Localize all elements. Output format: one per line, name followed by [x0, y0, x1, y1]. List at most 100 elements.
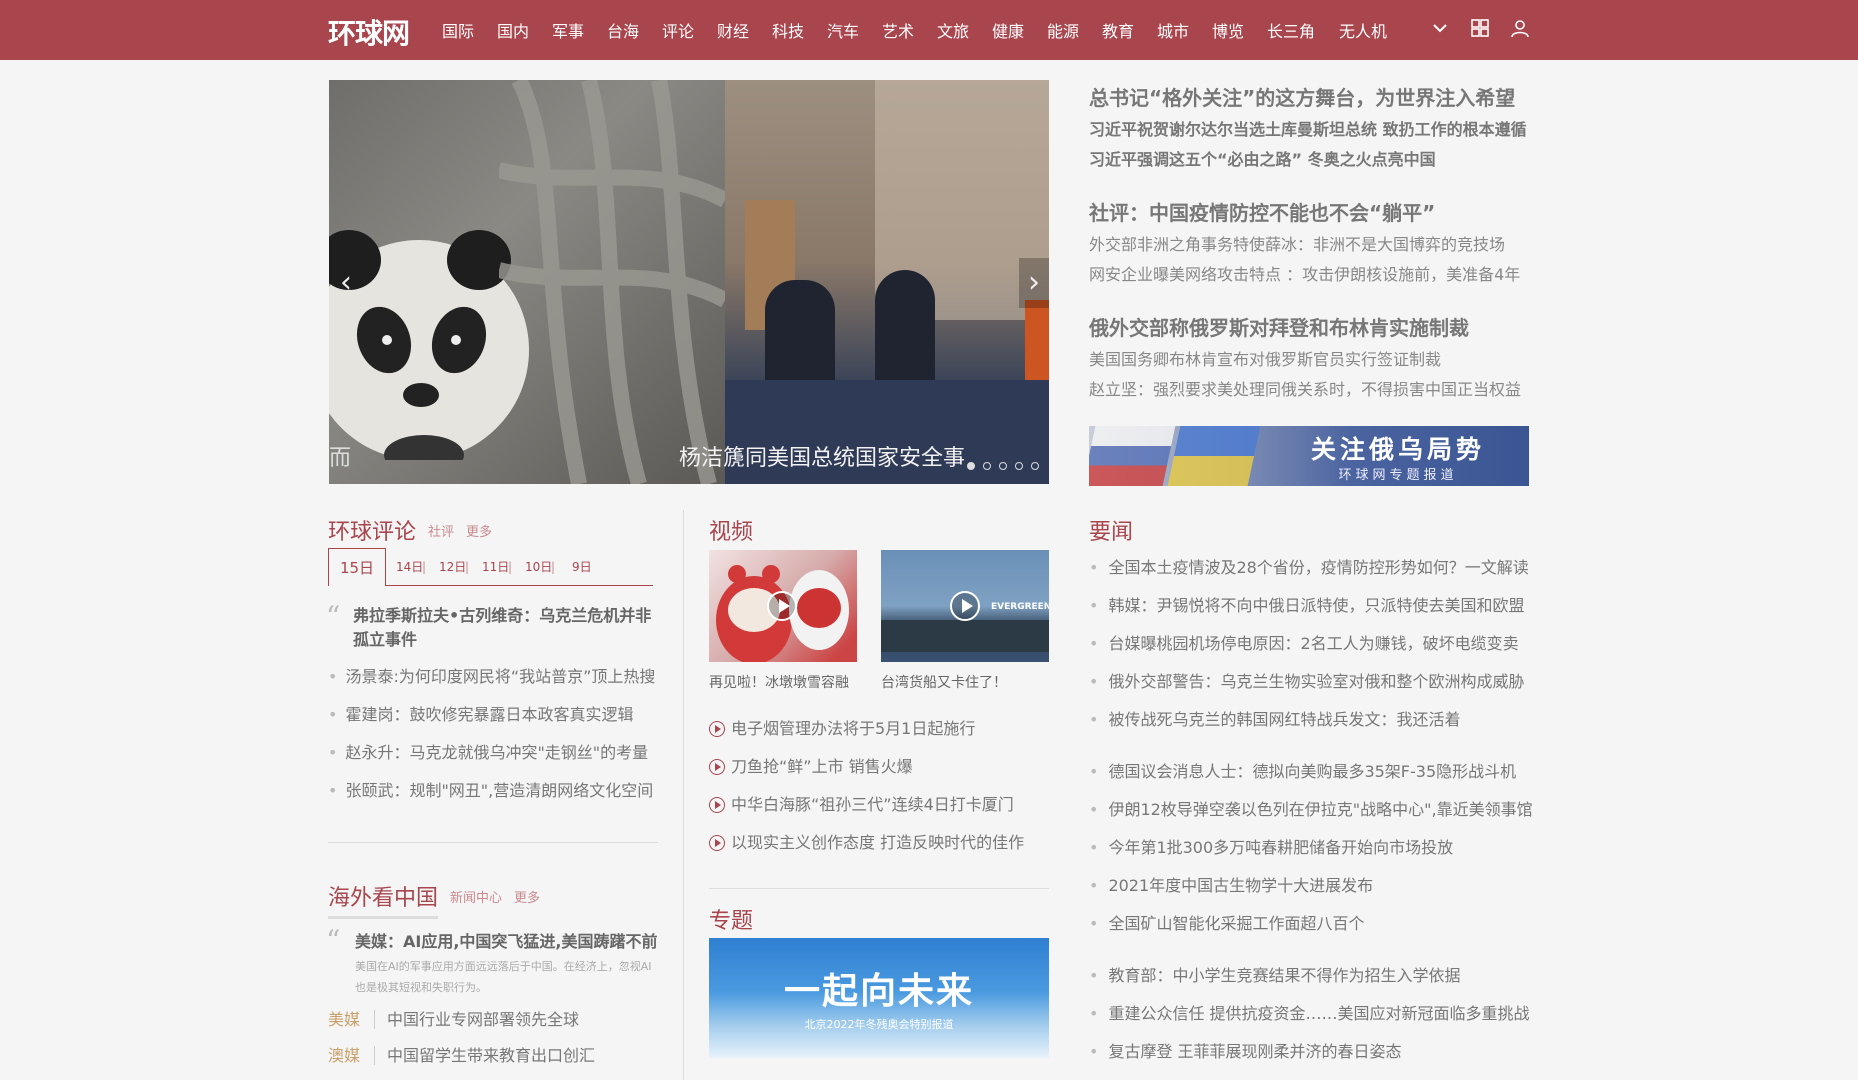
grid-icon[interactable]	[1470, 18, 1490, 42]
nav-item[interactable]: 文旅	[937, 18, 992, 42]
overseas-title[interactable]: 海外看中国	[328, 880, 438, 912]
date-tab[interactable]: 10日	[525, 548, 552, 586]
nav-item[interactable]: 艺术	[882, 18, 937, 42]
news-item[interactable]: 俄外交部警告：乌克兰生物实验室对俄和整个欧洲构成威胁	[1089, 663, 1529, 701]
news-item[interactable]: 教育部：中小学生竞赛结果不得作为招生入学依据	[1089, 957, 1530, 995]
news-item[interactable]: 德国议会消息人士：德拟向美购最多35架F-35隐形战斗机	[1089, 753, 1533, 791]
news-item[interactable]: 复古摩登 王菲菲展现刚柔并济的春日姿态	[1089, 1033, 1530, 1071]
play-circle-icon	[709, 797, 725, 813]
news-item[interactable]: 韩媒：尹锡悦将不向中俄日派特使，只派特使去美国和欧盟	[1089, 587, 1529, 625]
nav-item[interactable]: 汽车	[827, 18, 882, 42]
headline-sub[interactable]: 网安企业曝美网络攻击特点 ：攻击伊朗核设施前，美准备4年	[1089, 260, 1529, 290]
user-icon[interactable]	[1510, 18, 1530, 42]
overseas-featured[interactable]: 美媒：AI应用,中国突飞猛进,美国踌躇不前	[355, 928, 658, 952]
link-editorial[interactable]: 社评	[428, 525, 454, 540]
date-tab[interactable]: 12日	[439, 548, 466, 586]
headline-title[interactable]: 俄外交部称俄罗斯对拜登和布林肯实施制裁	[1089, 311, 1529, 345]
play-icon[interactable]	[950, 591, 980, 621]
video-list-text[interactable]: 电子烟管理办法将于5月1日起施行	[731, 710, 975, 748]
chevron-down-icon[interactable]	[1430, 18, 1450, 42]
commentary-title[interactable]: 环球评论	[328, 514, 416, 546]
video-list-item[interactable]: 中华白海豚“祖孙三代”连续4日打卡厦门	[709, 786, 1024, 824]
carousel-next-icon[interactable]: ›	[1019, 258, 1049, 308]
link-more[interactable]: 更多	[514, 891, 540, 906]
special-banner[interactable]: 一起向未来 北京2022年冬残奥会特别报道	[709, 938, 1049, 1058]
news-item[interactable]: 伊朗12枚导弹空袭以色列在伊拉克"战略中心",靠近美领事馆	[1089, 791, 1532, 829]
nav-item[interactable]: 城市	[1157, 18, 1212, 42]
news-item[interactable]: 全国矿山智能化采掘工作面超八百个	[1089, 905, 1533, 943]
nav-item[interactable]: 科技	[772, 18, 827, 42]
featured-commentary[interactable]: 弗拉季斯拉夫•古列维奇：乌克兰危机并非孤立事件	[353, 604, 653, 652]
list-item[interactable]: 霍建岗：鼓吹修宪暴露日本政客真实逻辑	[328, 696, 655, 734]
news-item[interactable]: 重建公众信任 提供抗疫资金……美国应对新冠面临多重挑战	[1089, 995, 1529, 1033]
video-list-item[interactable]: 电子烟管理办法将于5月1日起施行	[709, 710, 1024, 748]
overseas-row[interactable]: 澳媒 中国留学生带来教育出口创汇	[328, 1042, 595, 1066]
video-list-item[interactable]: 刀鱼抢“鲜”上市 销售火爆	[709, 748, 1024, 786]
news-item[interactable]: 台媒曝桃园机场停电原因：2名工人为赚钱，破坏电缆变卖	[1089, 625, 1529, 663]
special-title[interactable]: 专题	[709, 903, 753, 935]
list-item[interactable]: 张颐武：规制"网丑",营造清朗网络文化空间	[328, 772, 655, 810]
carousel-dot[interactable]	[999, 462, 1007, 470]
nav-item[interactable]: 能源	[1047, 18, 1102, 42]
video-list-text[interactable]: 中华白海豚“祖孙三代”连续4日打卡厦门	[731, 786, 1014, 824]
carousel-dot[interactable]	[1031, 462, 1039, 470]
nav-item[interactable]: 博览	[1212, 18, 1267, 42]
special-banner-title: 一起向未来	[783, 970, 974, 1012]
play-icon[interactable]	[767, 591, 797, 621]
ukraine-flag-icon	[1167, 426, 1261, 486]
list-item[interactable]: 汤景泰:为何印度网民将“我站普京”顶上热搜	[328, 658, 655, 696]
ship-text: EVERGREEN	[991, 602, 1049, 612]
russia-ukraine-banner[interactable]: 关注俄乌局势 环球网专题报道	[1089, 426, 1529, 486]
headline-sub[interactable]: 外交部非洲之角事务特使薛冰：非洲不是大国博弈的竞技场	[1089, 230, 1529, 260]
news-item[interactable]: 2021年度中国古生物学十大进展发布	[1089, 867, 1533, 905]
headline-title[interactable]: 社评：中国疫情防控不能也不会“躺平”	[1089, 196, 1529, 230]
nav-item[interactable]: 长三角	[1267, 18, 1339, 42]
video-list-text[interactable]: 以现实主义创作态度 打造反映时代的佳作	[731, 824, 1024, 862]
date-tab[interactable]: 11日	[482, 548, 509, 586]
date-tab-active[interactable]: 15日	[328, 548, 386, 586]
nav-item[interactable]: 教育	[1102, 18, 1157, 42]
carousel-dot[interactable]	[967, 462, 975, 470]
date-tab[interactable]: 14日	[396, 548, 423, 586]
link-more[interactable]: 更多	[466, 525, 492, 540]
news-title[interactable]: 要闻	[1089, 514, 1133, 546]
news-item[interactable]: 全国本土疫情波及28个省份，疫情防控形势如何？一文解读	[1089, 549, 1528, 587]
video-list-item[interactable]: 以现实主义创作态度 打造反映时代的佳作	[709, 824, 1024, 862]
carousel-dot[interactable]	[1015, 462, 1023, 470]
news-item[interactable]: 今年第1批300多万吨春耕肥储备开始向市场投放	[1089, 829, 1533, 867]
video-caption[interactable]: 再见啦！冰墩墩雪容融	[709, 672, 849, 692]
date-tab[interactable]: 9日	[572, 548, 592, 586]
headline-sub[interactable]: 赵立坚：强烈要求美处理同俄关系时，不得损害中国正当权益	[1089, 375, 1529, 405]
site-logo[interactable]: 环球网	[328, 12, 410, 52]
overseas-row-text[interactable]: 中国留学生带来教育出口创汇	[387, 1046, 595, 1065]
play-circle-icon	[709, 721, 725, 737]
list-item[interactable]: 赵永升：马克龙就俄乌冲突"走钢丝"的考量	[328, 734, 655, 772]
link-news-center[interactable]: 新闻中心	[450, 891, 502, 906]
headline-sub[interactable]: 习近平祝贺谢尔达尔当选土库曼斯坦总统 致扔工作的根本遵循	[1089, 115, 1529, 145]
ship-image	[881, 620, 1049, 652]
video-caption[interactable]: 台湾货船又卡住了！	[881, 672, 1007, 692]
news-item[interactable]: 被传战死乌克兰的韩国网红特战兵发文：我还活着	[1089, 701, 1529, 739]
overseas-row[interactable]: 美媒 中国行业专网部署领先全球	[328, 1006, 579, 1030]
nav-item[interactable]: 军事	[552, 18, 607, 42]
carousel-caption[interactable]: 杨洁篪同美国总统国家安全事	[679, 440, 965, 472]
nav-item[interactable]: 国际	[442, 18, 497, 42]
video-thumb[interactable]	[709, 550, 857, 662]
headline-carousel[interactable]: 而 杨洁篪同美国总统国家安全事 ‹ ›	[329, 80, 1049, 484]
nav-item[interactable]: 财经	[717, 18, 772, 42]
headline-title[interactable]: 总书记“格外关注”的这方舞台，为世界注入希望	[1089, 81, 1529, 115]
video-thumb[interactable]: EVERGREEN	[881, 550, 1049, 662]
nav-item[interactable]: 台海	[607, 18, 662, 42]
video-title[interactable]: 视频	[709, 514, 753, 546]
carousel-prev-icon[interactable]: ‹	[331, 258, 361, 308]
video-list-text[interactable]: 刀鱼抢“鲜”上市 销售火爆	[731, 748, 913, 786]
nav-item[interactable]: 无人机	[1339, 18, 1411, 42]
nav-item[interactable]: 国内	[497, 18, 552, 42]
nav-item[interactable]: 评论	[662, 18, 717, 42]
carousel-slide-panda[interactable]	[329, 80, 725, 484]
headline-sub[interactable]: 美国国务卿布林肯宣布对俄罗斯官员实行签证制裁	[1089, 345, 1529, 375]
nav-item[interactable]: 健康	[992, 18, 1047, 42]
carousel-dot[interactable]	[983, 462, 991, 470]
overseas-row-text[interactable]: 中国行业专网部署领先全球	[387, 1010, 579, 1029]
headline-sub[interactable]: 习近平强调这五个“必由之路” 冬奥之火点亮中国	[1089, 145, 1529, 175]
